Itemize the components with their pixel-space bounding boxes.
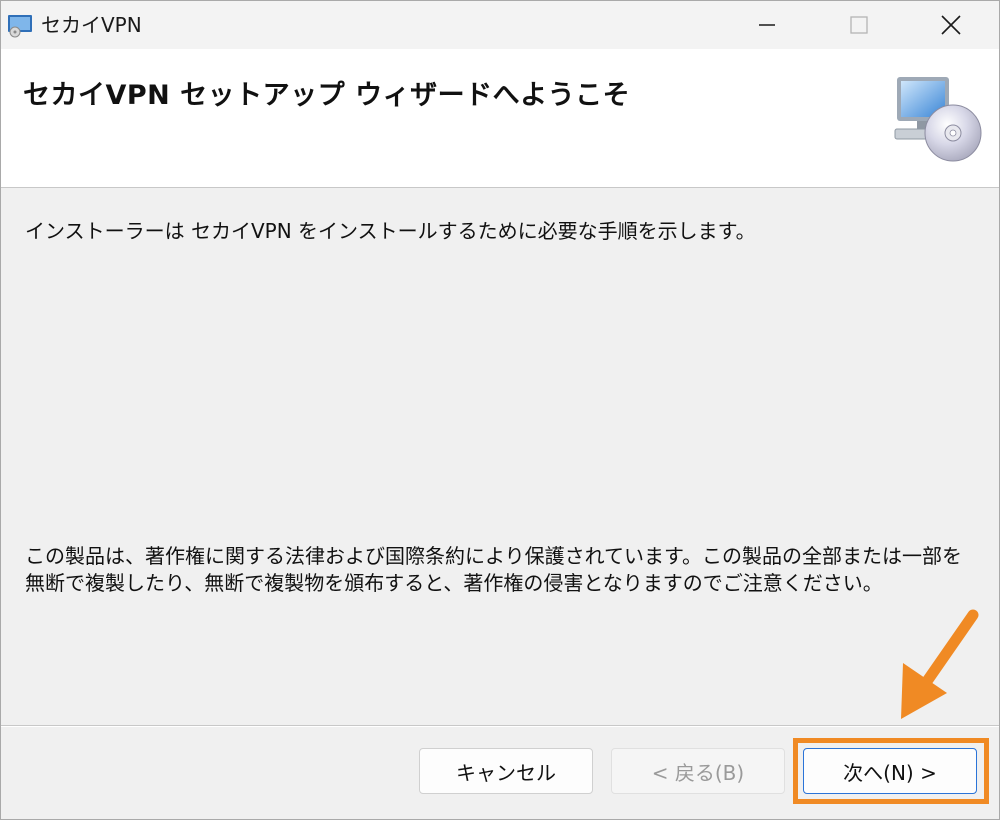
- wizard-banner: セカイVPN セットアップ ウィザードへようこそ: [1, 49, 999, 188]
- minimize-icon: [759, 24, 775, 26]
- cancel-button[interactable]: キャンセル: [419, 748, 593, 794]
- back-button: < 戻る(B): [611, 748, 785, 794]
- intro-text: インストーラーは セカイVPN をインストールするために必要な手順を示します。: [25, 219, 756, 243]
- window-title: セカイVPN: [41, 13, 142, 37]
- installer-window: セカイVPN セカイVPN セットアップ ウィザードへようこそ インストーラーは…: [0, 0, 1000, 820]
- minimize-button[interactable]: [721, 1, 813, 49]
- close-button[interactable]: [905, 1, 997, 49]
- maximize-button: [813, 1, 905, 49]
- maximize-icon: [850, 16, 868, 34]
- page-title: セカイVPN セットアップ ウィザードへようこそ: [23, 80, 631, 111]
- close-icon: [941, 15, 961, 35]
- next-button[interactable]: 次へ(N) >: [803, 748, 977, 794]
- copyright-notice: この製品は、著作権に関する法律および国際条約により保護されています。この製品の全…: [25, 544, 962, 595]
- computer-cd-icon: [894, 77, 982, 162]
- footer-divider: [1, 725, 999, 727]
- orange-arrow-icon: [901, 609, 979, 719]
- installer-app-icon: [8, 15, 32, 38]
- title-bar[interactable]: セカイVPN: [1, 1, 999, 49]
